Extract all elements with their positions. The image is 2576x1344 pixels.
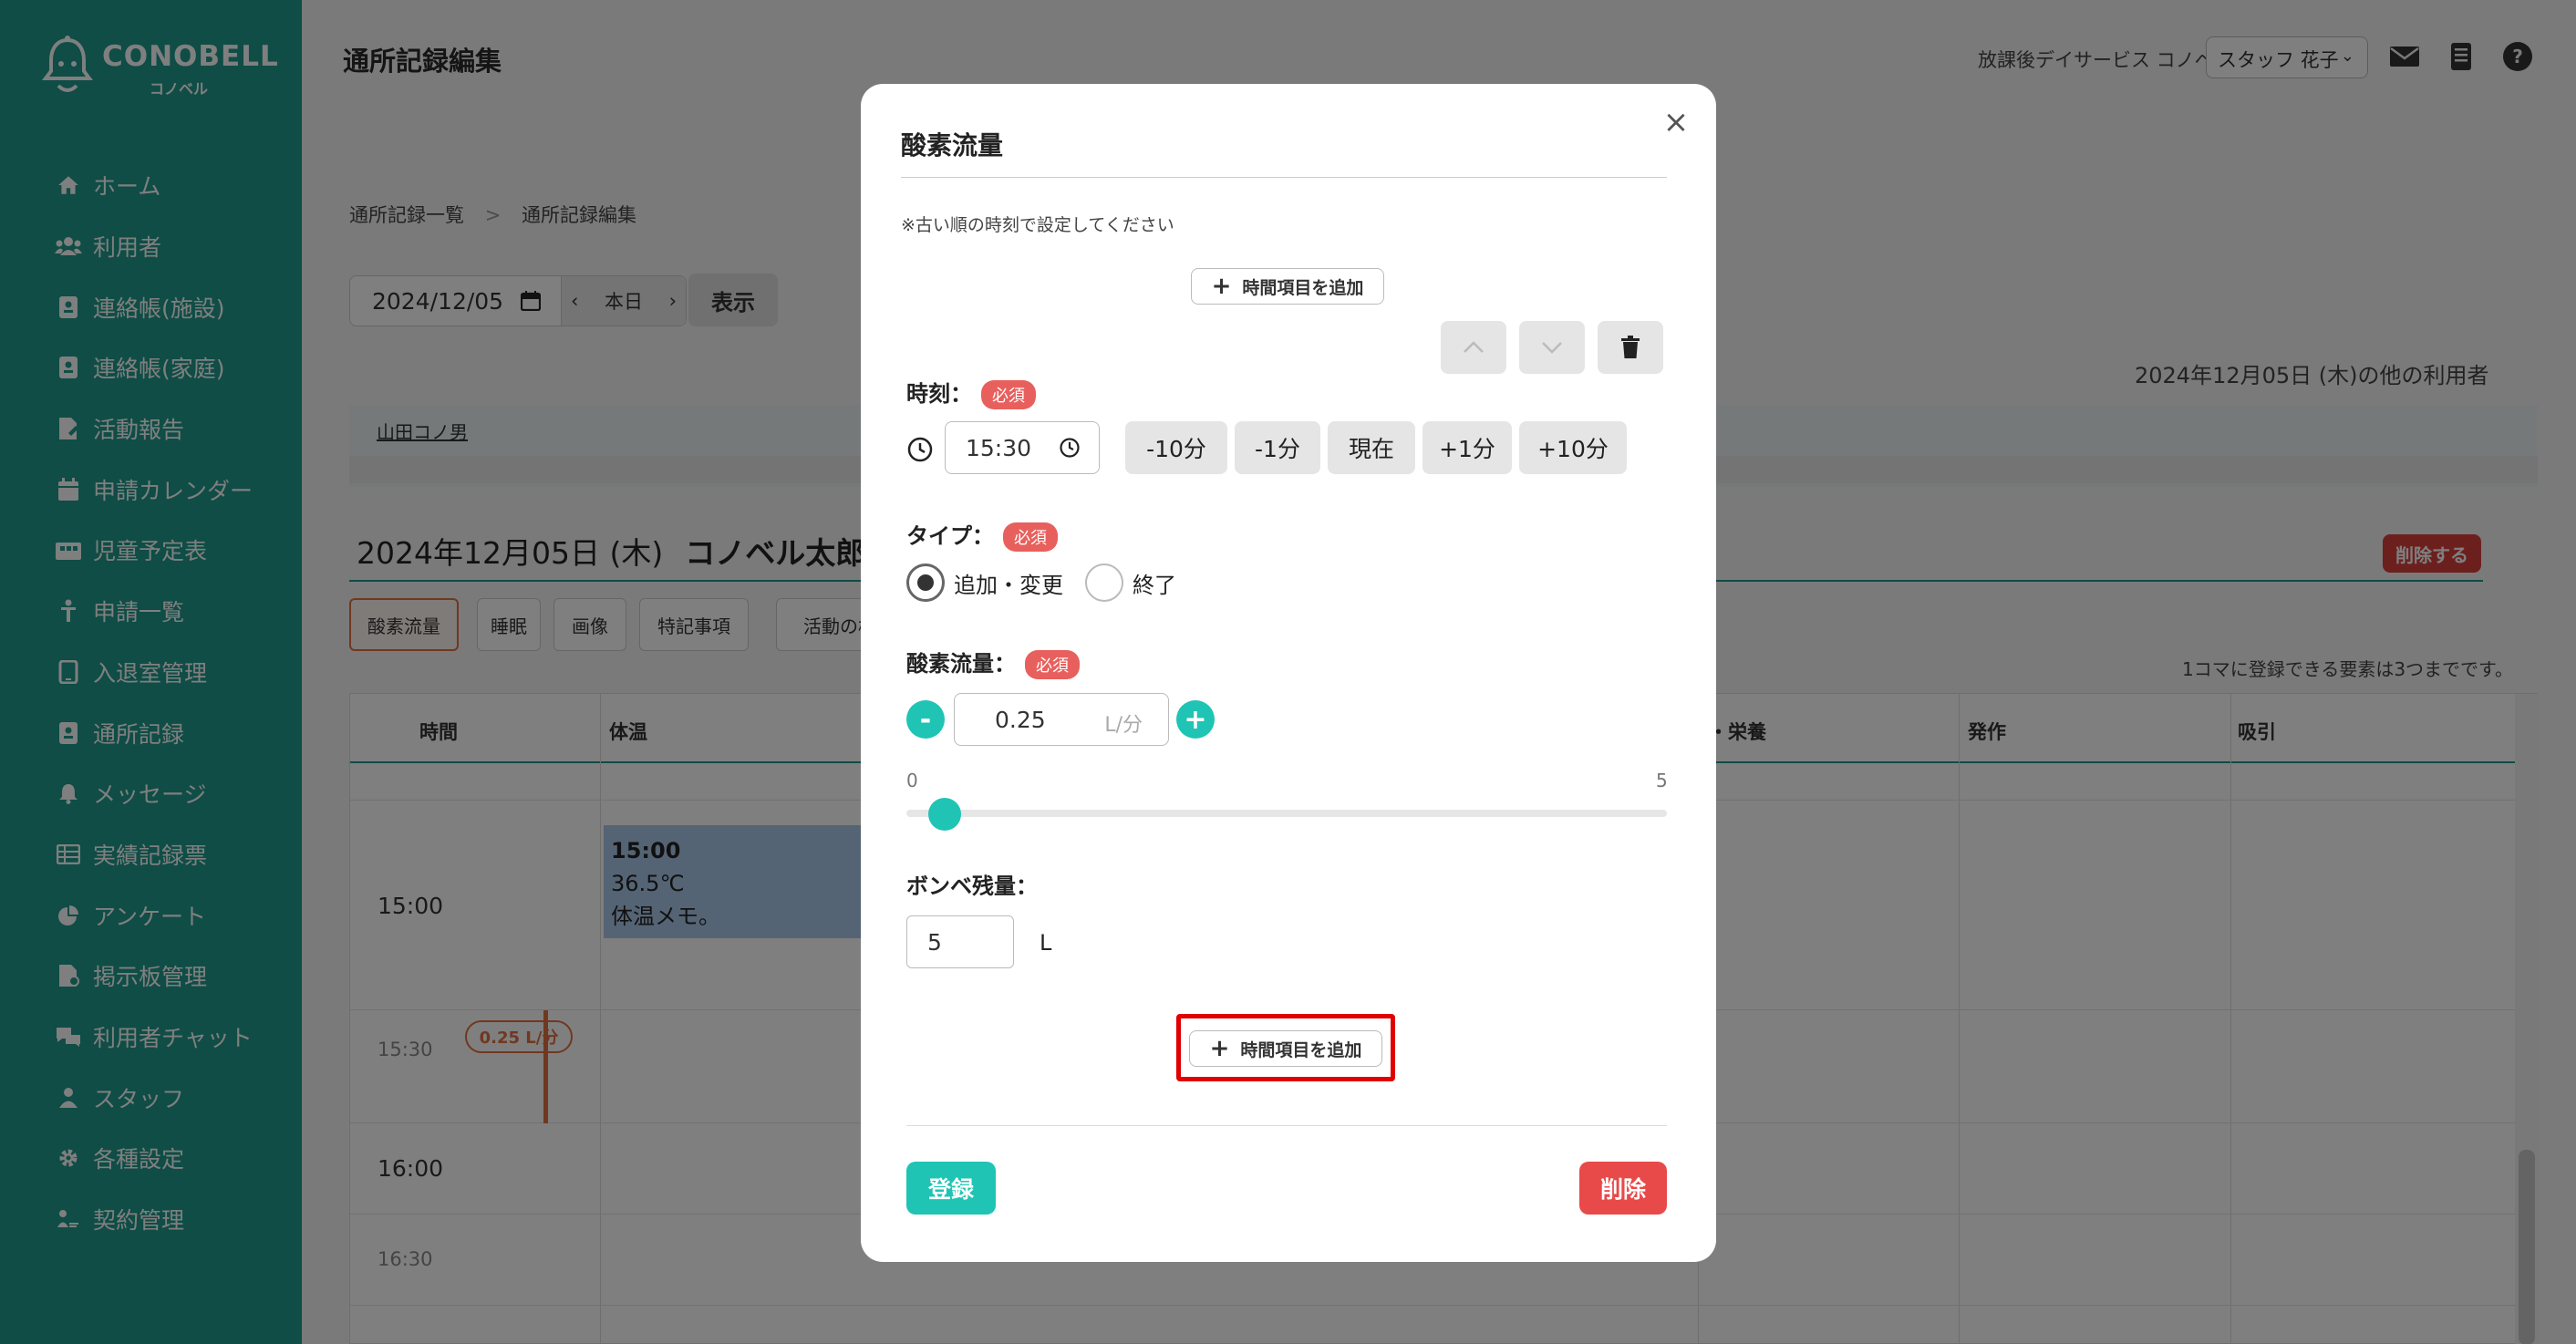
time-input-value: 15:30	[966, 435, 1032, 461]
type-radio-end[interactable]	[1085, 563, 1123, 602]
order-note: ※古い順の時刻で設定してください	[901, 215, 1174, 235]
time-input[interactable]: 15:30	[945, 421, 1100, 474]
slider-min-label: 0	[906, 770, 918, 791]
divider	[901, 177, 1667, 178]
type-label-text: タイプ：	[906, 523, 994, 549]
highlight-annotation	[1176, 1014, 1395, 1081]
clock-icon	[907, 437, 933, 462]
close-icon[interactable]: ×	[1658, 104, 1694, 140]
type-field-label: タイプ： 必須	[906, 518, 1058, 552]
time-field-label: 時刻： 必須	[906, 376, 1036, 409]
flow-input[interactable]: 0.25 L/分	[954, 693, 1169, 746]
type-radio-add-change[interactable]	[906, 563, 945, 602]
save-button[interactable]: 登録	[906, 1162, 996, 1215]
cylinder-input[interactable]: 5	[906, 915, 1014, 968]
flow-slider-track[interactable]	[906, 810, 1667, 817]
move-up-button[interactable]	[1441, 321, 1506, 374]
chevron-up-icon	[1464, 341, 1484, 353]
now-button[interactable]: 現在	[1328, 421, 1415, 474]
flow-slider-thumb[interactable]	[927, 798, 961, 831]
minus-1-min-button[interactable]: -1分	[1235, 421, 1320, 474]
delete-button[interactable]: 削除	[1579, 1162, 1667, 1215]
required-badge: 必須	[1003, 522, 1058, 552]
plus-10-min-button[interactable]: +10分	[1519, 421, 1627, 474]
chevron-down-icon	[1542, 342, 1562, 354]
required-badge: 必須	[981, 380, 1036, 409]
flow-field-label: 酸素流量： 必須	[906, 646, 1080, 679]
flow-label-text: 酸素流量：	[906, 651, 1016, 677]
trash-button[interactable]	[1598, 321, 1663, 374]
time-label-text: 時刻：	[906, 381, 972, 407]
flow-decrement-button[interactable]: -	[906, 700, 945, 739]
add-time-item-button-top[interactable]: + 時間項目を追加	[1191, 268, 1384, 305]
plus-icon: +	[1211, 273, 1232, 300]
flow-unit: L/分	[1104, 714, 1143, 737]
add-time-item-label: 時間項目を追加	[1242, 277, 1364, 298]
flow-input-value: 0.25	[995, 707, 1046, 733]
trash-icon	[1621, 336, 1640, 358]
cylinder-field-label: ボンベ残量：	[906, 874, 1038, 899]
cylinder-unit: L	[1040, 930, 1052, 956]
minus-10-min-button[interactable]: -10分	[1125, 421, 1227, 474]
slider-max-label: 5	[1656, 770, 1668, 791]
type-option-add-change[interactable]: 追加・変更	[954, 567, 1063, 599]
plus-1-min-button[interactable]: +1分	[1422, 421, 1512, 474]
required-badge: 必須	[1025, 650, 1080, 679]
dialog-title: 酸素流量	[901, 130, 1004, 160]
flow-increment-button[interactable]: +	[1176, 700, 1215, 739]
oxygen-flow-dialog: 酸素流量 × ※古い順の時刻で設定してください + 時間項目を追加 時刻： 必須 …	[861, 84, 1716, 1262]
divider	[906, 1125, 1667, 1126]
type-option-end[interactable]: 終了	[1133, 567, 1176, 599]
move-down-button[interactable]	[1519, 321, 1585, 374]
cylinder-input-value: 5	[927, 929, 942, 956]
clock-picker-icon[interactable]	[1059, 437, 1081, 459]
